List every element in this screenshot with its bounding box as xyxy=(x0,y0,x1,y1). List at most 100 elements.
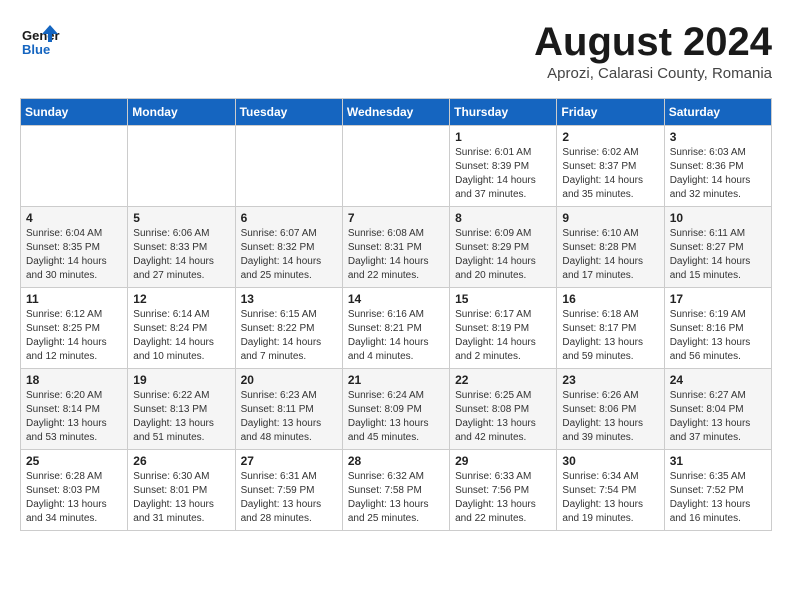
calendar-cell: 29 Sunrise: 6:33 AM Sunset: 7:56 PM Dayli… xyxy=(450,450,557,531)
day-info: Sunrise: 6:35 AM Sunset: 7:52 PM Dayligh… xyxy=(670,470,766,526)
calendar-cell: 30Sunrise: 6:34 AM Sunset: 7:54 PM Dayli… xyxy=(557,450,664,531)
calendar-cell: 31 Sunrise: 6:35 AM Sunset: 7:52 PM Dayli… xyxy=(664,450,771,531)
day-number: 28 xyxy=(348,454,444,468)
calendar-cell: 9Sunrise: 6:10 AM Sunset: 8:28 PM Daylig… xyxy=(557,207,664,288)
calendar-cell: 6Sunrise: 6:07 AM Sunset: 8:32 PM Daylig… xyxy=(235,207,342,288)
calendar-cell: 26 Sunrise: 6:30 AM Sunset: 8:01 PM Dayli… xyxy=(128,450,235,531)
day-number: 2 xyxy=(562,130,658,144)
calendar-week-5: 25 Sunrise: 6:28 AM Sunset: 8:03 PM Dayli… xyxy=(21,450,772,531)
day-number: 21 xyxy=(348,373,444,387)
day-number: 12 xyxy=(133,292,229,306)
calendar-title: August 2024 xyxy=(534,20,772,65)
day-number: 29 xyxy=(455,454,551,468)
day-number: 27 xyxy=(241,454,337,468)
calendar-cell: 24 Sunrise: 6:27 AM Sunset: 8:04 PM Dayli… xyxy=(664,369,771,450)
day-info: Sunrise: 6:17 AM Sunset: 8:19 PM Dayligh… xyxy=(455,308,551,364)
calendar-cell: 23 Sunrise: 6:26 AM Sunset: 8:06 PM Dayli… xyxy=(557,369,664,450)
day-number: 22 xyxy=(455,373,551,387)
day-info: Sunrise: 6:15 AM Sunset: 8:22 PM Dayligh… xyxy=(241,308,337,364)
weekday-header-sunday: Sunday xyxy=(21,99,128,126)
calendar-cell: 8Sunrise: 6:09 AM Sunset: 8:29 PM Daylig… xyxy=(450,207,557,288)
logo: General Blue xyxy=(20,20,64,60)
calendar-cell: 14 Sunrise: 6:16 AM Sunset: 8:21 PM Dayli… xyxy=(342,288,449,369)
calendar-cell: 1 Sunrise: 6:01 AM Sunset: 8:39 PM Daylig… xyxy=(450,126,557,207)
day-info: Sunrise: 6:26 AM Sunset: 8:06 PM Dayligh… xyxy=(562,389,658,445)
day-info: Sunrise: 6:30 AM Sunset: 8:01 PM Dayligh… xyxy=(133,470,229,526)
weekday-header-row: SundayMondayTuesdayWednesdayThursdayFrid… xyxy=(21,99,772,126)
day-number: 18 xyxy=(26,373,122,387)
calendar-cell: 3 Sunrise: 6:03 AM Sunset: 8:36 PM Daylig… xyxy=(664,126,771,207)
calendar-cell: 2 Sunrise: 6:02 AM Sunset: 8:37 PM Daylig… xyxy=(557,126,664,207)
day-number: 10 xyxy=(670,211,766,225)
day-info: Sunrise: 6:07 AM Sunset: 8:32 PM Dayligh… xyxy=(241,227,337,283)
title-section: August 2024 Aprozi, Calarasi County, Rom… xyxy=(534,20,772,82)
weekday-header-thursday: Thursday xyxy=(450,99,557,126)
weekday-header-friday: Friday xyxy=(557,99,664,126)
calendar-cell: 16Sunrise: 6:18 AM Sunset: 8:17 PM Dayli… xyxy=(557,288,664,369)
day-number: 19 xyxy=(133,373,229,387)
day-number: 13 xyxy=(241,292,337,306)
weekday-header-wednesday: Wednesday xyxy=(342,99,449,126)
calendar-cell xyxy=(235,126,342,207)
calendar-cell xyxy=(128,126,235,207)
calendar-cell: 4Sunrise: 6:04 AM Sunset: 8:35 PM Daylig… xyxy=(21,207,128,288)
calendar-cell: 22 Sunrise: 6:25 AM Sunset: 8:08 PM Dayli… xyxy=(450,369,557,450)
calendar-cell: 20Sunrise: 6:23 AM Sunset: 8:11 PM Dayli… xyxy=(235,369,342,450)
calendar-cell: 5 Sunrise: 6:06 AM Sunset: 8:33 PM Daylig… xyxy=(128,207,235,288)
calendar-cell: 21 Sunrise: 6:24 AM Sunset: 8:09 PM Dayli… xyxy=(342,369,449,450)
day-info: Sunrise: 6:27 AM Sunset: 8:04 PM Dayligh… xyxy=(670,389,766,445)
day-number: 11 xyxy=(26,292,122,306)
day-info: Sunrise: 6:04 AM Sunset: 8:35 PM Dayligh… xyxy=(26,227,122,283)
day-info: Sunrise: 6:34 AM Sunset: 7:54 PM Dayligh… xyxy=(562,470,658,526)
day-info: Sunrise: 6:20 AM Sunset: 8:14 PM Dayligh… xyxy=(26,389,122,445)
calendar-cell: 13 Sunrise: 6:15 AM Sunset: 8:22 PM Dayli… xyxy=(235,288,342,369)
calendar-week-4: 18 Sunrise: 6:20 AM Sunset: 8:14 PM Dayli… xyxy=(21,369,772,450)
day-number: 20 xyxy=(241,373,337,387)
day-info: Sunrise: 6:31 AM Sunset: 7:59 PM Dayligh… xyxy=(241,470,337,526)
day-number: 25 xyxy=(26,454,122,468)
day-number: 23 xyxy=(562,373,658,387)
day-number: 15 xyxy=(455,292,551,306)
day-number: 3 xyxy=(670,130,766,144)
calendar-week-3: 11Sunrise: 6:12 AM Sunset: 8:25 PM Dayli… xyxy=(21,288,772,369)
day-info: Sunrise: 6:14 AM Sunset: 8:24 PM Dayligh… xyxy=(133,308,229,364)
day-info: Sunrise: 6:08 AM Sunset: 8:31 PM Dayligh… xyxy=(348,227,444,283)
calendar-cell xyxy=(342,126,449,207)
day-number: 16 xyxy=(562,292,658,306)
calendar-cell: 10Sunrise: 6:11 AM Sunset: 8:27 PM Dayli… xyxy=(664,207,771,288)
weekday-header-tuesday: Tuesday xyxy=(235,99,342,126)
day-info: Sunrise: 6:24 AM Sunset: 8:09 PM Dayligh… xyxy=(348,389,444,445)
day-info: Sunrise: 6:06 AM Sunset: 8:33 PM Dayligh… xyxy=(133,227,229,283)
calendar-cell: 11Sunrise: 6:12 AM Sunset: 8:25 PM Dayli… xyxy=(21,288,128,369)
calendar-body: 1 Sunrise: 6:01 AM Sunset: 8:39 PM Daylig… xyxy=(21,126,772,531)
calendar-table: SundayMondayTuesdayWednesdayThursdayFrid… xyxy=(20,98,772,531)
day-info: Sunrise: 6:01 AM Sunset: 8:39 PM Dayligh… xyxy=(455,146,551,202)
day-info: Sunrise: 6:16 AM Sunset: 8:21 PM Dayligh… xyxy=(348,308,444,364)
weekday-header-saturday: Saturday xyxy=(664,99,771,126)
calendar-cell: 27 Sunrise: 6:31 AM Sunset: 7:59 PM Dayli… xyxy=(235,450,342,531)
svg-text:Blue: Blue xyxy=(22,42,50,57)
day-number: 24 xyxy=(670,373,766,387)
calendar-cell: 28 Sunrise: 6:32 AM Sunset: 7:58 PM Dayli… xyxy=(342,450,449,531)
calendar-cell: 19 Sunrise: 6:22 AM Sunset: 8:13 PM Dayli… xyxy=(128,369,235,450)
day-info: Sunrise: 6:02 AM Sunset: 8:37 PM Dayligh… xyxy=(562,146,658,202)
day-number: 31 xyxy=(670,454,766,468)
day-number: 26 xyxy=(133,454,229,468)
day-info: Sunrise: 6:22 AM Sunset: 8:13 PM Dayligh… xyxy=(133,389,229,445)
day-number: 1 xyxy=(455,130,551,144)
weekday-header-monday: Monday xyxy=(128,99,235,126)
day-info: Sunrise: 6:25 AM Sunset: 8:08 PM Dayligh… xyxy=(455,389,551,445)
calendar-cell xyxy=(21,126,128,207)
day-info: Sunrise: 6:33 AM Sunset: 7:56 PM Dayligh… xyxy=(455,470,551,526)
day-number: 5 xyxy=(133,211,229,225)
calendar-cell: 15 Sunrise: 6:17 AM Sunset: 8:19 PM Dayli… xyxy=(450,288,557,369)
day-info: Sunrise: 6:32 AM Sunset: 7:58 PM Dayligh… xyxy=(348,470,444,526)
calendar-cell: 17Sunrise: 6:19 AM Sunset: 8:16 PM Dayli… xyxy=(664,288,771,369)
day-info: Sunrise: 6:03 AM Sunset: 8:36 PM Dayligh… xyxy=(670,146,766,202)
calendar-week-2: 4Sunrise: 6:04 AM Sunset: 8:35 PM Daylig… xyxy=(21,207,772,288)
calendar-subtitle: Aprozi, Calarasi County, Romania xyxy=(534,65,772,82)
day-info: Sunrise: 6:28 AM Sunset: 8:03 PM Dayligh… xyxy=(26,470,122,526)
day-number: 9 xyxy=(562,211,658,225)
day-number: 14 xyxy=(348,292,444,306)
calendar-cell: 18 Sunrise: 6:20 AM Sunset: 8:14 PM Dayli… xyxy=(21,369,128,450)
